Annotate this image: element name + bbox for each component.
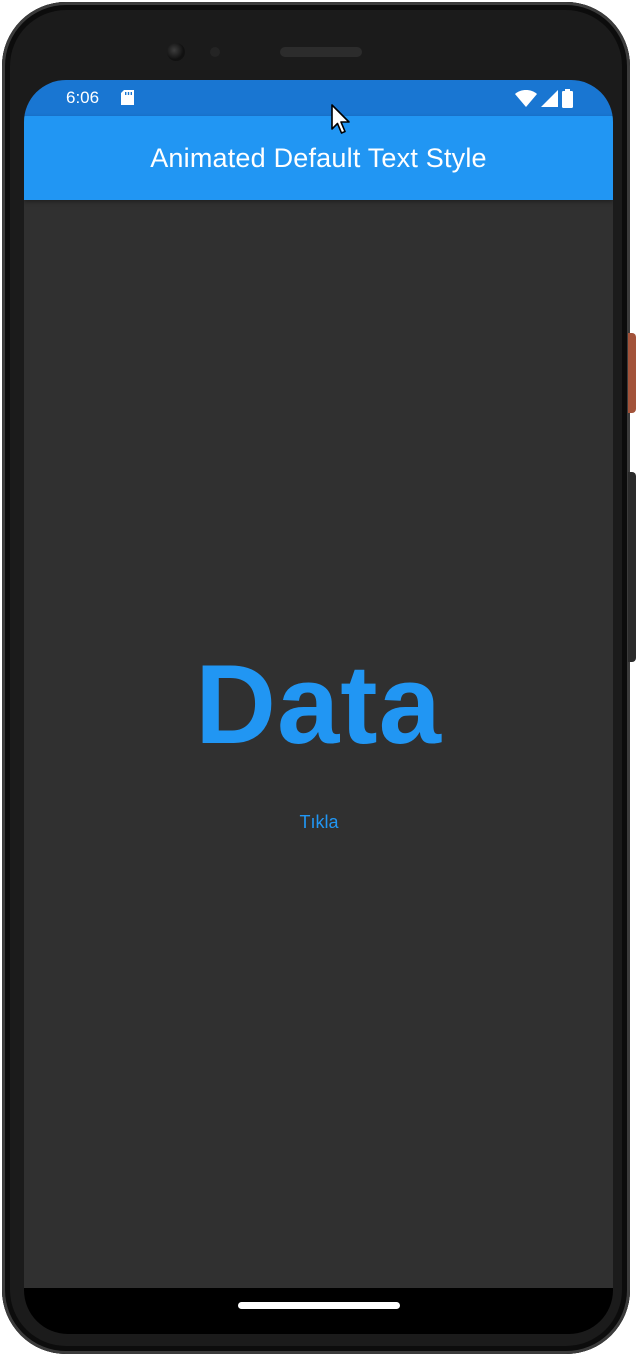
animated-text: Data [195, 642, 442, 767]
app-bar: Animated Default Text Style [24, 116, 613, 200]
front-camera [167, 43, 185, 61]
sd-card-icon [121, 90, 134, 105]
home-gesture-handle[interactable] [238, 1302, 400, 1309]
volume-button[interactable] [628, 472, 636, 662]
cell-signal-icon [541, 90, 558, 107]
wifi-icon [515, 90, 537, 107]
proximity-sensor [210, 47, 220, 57]
status-icons [515, 89, 573, 108]
earpiece-speaker [280, 47, 362, 57]
screen: 6:06 Animated Default Text Style Data Tı… [24, 80, 613, 1288]
app-bar-title: Animated Default Text Style [150, 143, 487, 173]
power-button[interactable] [628, 333, 636, 413]
phone-device: 6:06 Animated Default Text Style Data Tı… [0, 0, 640, 1360]
status-time: 6:06 [66, 88, 100, 107]
status-bar: 6:06 [24, 80, 613, 116]
navigation-bar [24, 1288, 613, 1334]
main-content: Data Tıkla [24, 200, 613, 1288]
battery-icon [562, 89, 573, 108]
tap-button[interactable]: Tıkla [278, 804, 360, 840]
mouse-pointer-icon [331, 104, 350, 134]
